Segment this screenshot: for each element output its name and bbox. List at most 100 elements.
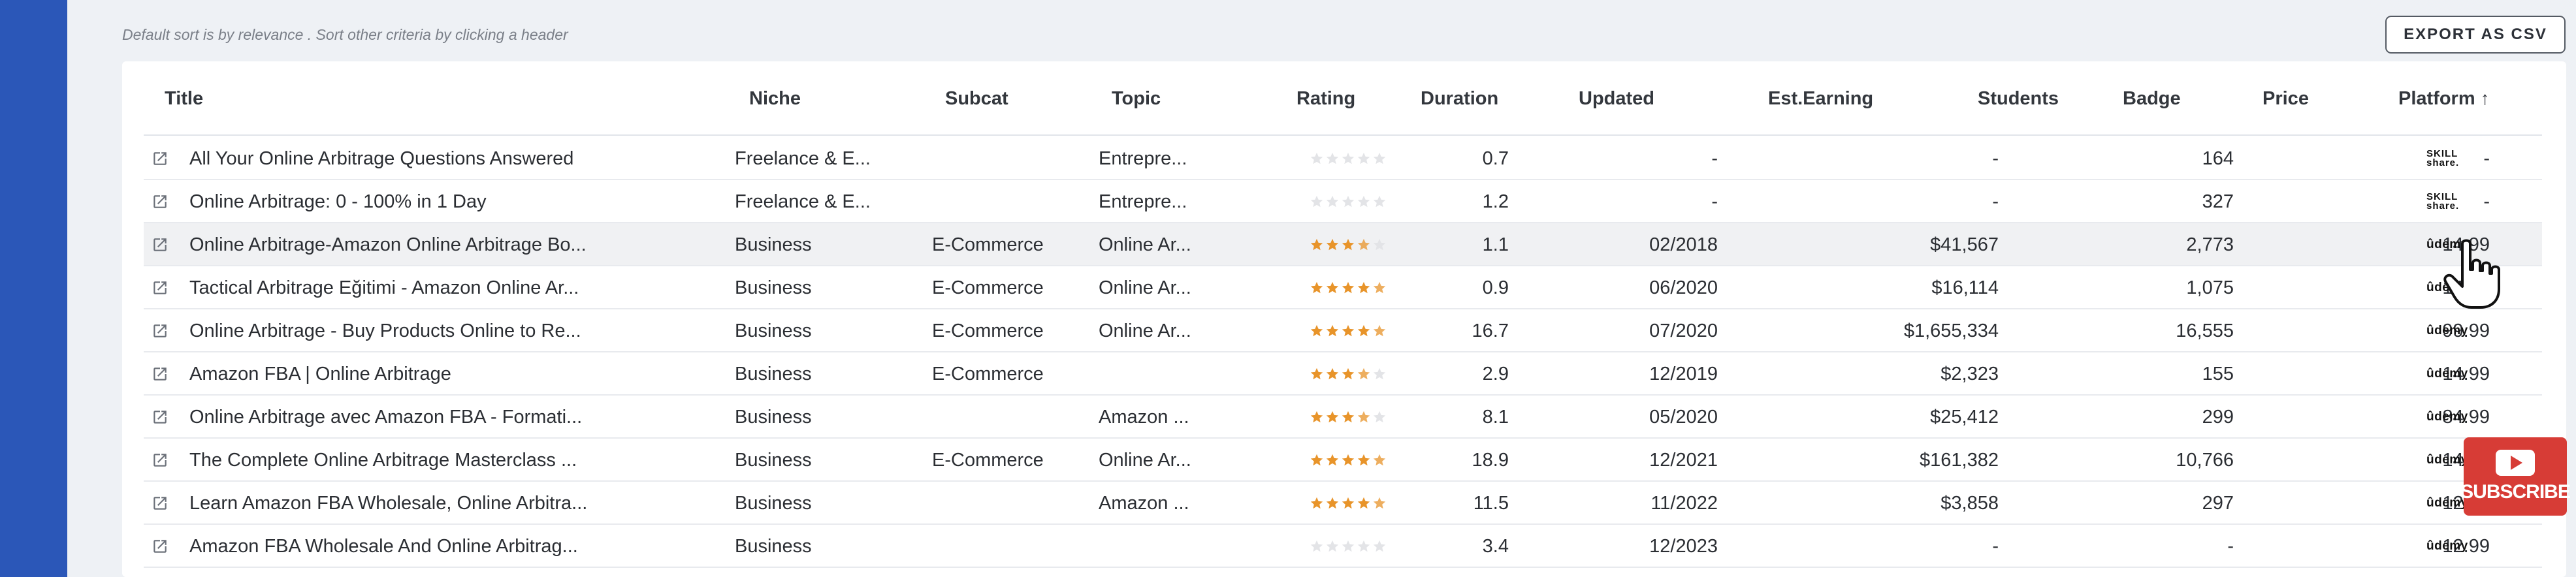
open-in-new-icon[interactable] — [152, 396, 178, 439]
table-row[interactable]: Online Arbitrage avec Amazon FBA - Forma… — [144, 396, 2542, 439]
cell-badge — [2123, 439, 2227, 482]
col-students[interactable]: Students — [1978, 61, 2059, 136]
table-row[interactable]: Tactical Arbitrage Eğitimi - Amazon Onli… — [144, 266, 2542, 309]
table-row[interactable]: The Complete Online Arbitrage Masterclas… — [144, 439, 2542, 482]
cell-updated: 07/2020 — [1649, 320, 1718, 341]
cell-badge — [2123, 525, 2227, 568]
col-est-earning[interactable]: Est.Earning — [1768, 61, 1873, 136]
cell-topic — [1099, 525, 1268, 568]
open-in-new-icon[interactable] — [152, 266, 178, 309]
cell-topic: Amazon ... — [1099, 406, 1189, 428]
open-in-new-icon[interactable] — [152, 223, 178, 266]
cell-subcat — [932, 137, 1099, 180]
rating-stars — [1310, 223, 1401, 266]
star-icon — [1342, 281, 1355, 294]
star-icon — [1310, 540, 1323, 552]
star-icon — [1342, 324, 1355, 337]
cell-title[interactable]: Learn Amazon FBA Wholesale, Online Arbit… — [189, 482, 712, 525]
table-row[interactable]: Amazon FBA | Online Arbitrage Business E-C… — [144, 352, 2542, 396]
star-icon — [1326, 411, 1339, 423]
star-icon — [1342, 454, 1355, 466]
cell-niche: Freelance & E... — [735, 148, 871, 169]
col-price[interactable]: Price — [2262, 61, 2309, 136]
open-in-new-icon[interactable] — [152, 137, 178, 180]
col-duration[interactable]: Duration — [1421, 61, 1498, 136]
star-icon — [1310, 152, 1323, 164]
table-row[interactable]: Amazon FBA Wholesale And Online Arbitrag… — [144, 525, 2542, 568]
cell-title[interactable]: Tactical Arbitrage Eğitimi - Amazon Onli… — [189, 266, 712, 309]
star-icon — [1326, 324, 1339, 337]
rating-stars — [1310, 137, 1401, 180]
cell-title[interactable]: The Complete Online Arbitrage Masterclas… — [189, 439, 712, 482]
star-icon — [1373, 238, 1386, 251]
cell-badge — [2123, 482, 2227, 525]
star-icon — [1357, 497, 1370, 509]
open-in-new-icon[interactable] — [152, 352, 178, 396]
cell-topic: Entrepre... — [1099, 191, 1187, 212]
open-in-new-icon[interactable] — [152, 525, 178, 568]
star-icon — [1373, 195, 1386, 208]
col-badge[interactable]: Badge — [2123, 61, 2181, 136]
star-icon — [1342, 152, 1355, 164]
export-csv-button[interactable]: EXPORT AS CSV — [2385, 16, 2566, 54]
rating-stars — [1310, 309, 1401, 352]
cell-earning: - — [1992, 535, 1999, 557]
star-icon — [1342, 497, 1355, 509]
udemy-logo-text: ûdemy — [2426, 453, 2468, 467]
cell-earning: $3,858 — [1940, 492, 1999, 514]
open-in-new-icon[interactable] — [152, 439, 178, 482]
skillshare-logo: SKILL share. — [2426, 137, 2518, 180]
cell-badge — [2123, 309, 2227, 352]
cell-title[interactable]: Amazon FBA | Online Arbitrage — [189, 352, 712, 396]
col-niche[interactable]: Niche — [749, 61, 801, 136]
open-in-new-icon[interactable] — [152, 482, 178, 525]
cell-title[interactable]: Amazon FBA Wholesale And Online Arbitrag… — [189, 525, 712, 568]
sort-hint: Default sort is by relevance . Sort othe… — [122, 26, 568, 43]
cell-updated: 11/2022 — [1650, 492, 1718, 514]
star-icon — [1342, 367, 1355, 380]
star-icon — [1310, 324, 1323, 337]
hand-pointer-icon — [2443, 239, 2500, 309]
rating-stars — [1310, 352, 1401, 396]
cell-subcat — [932, 180, 1099, 223]
udemy-logo-text: ûdemy — [2426, 324, 2468, 337]
open-in-new-icon[interactable] — [152, 180, 178, 223]
star-icon — [1373, 497, 1386, 509]
udemy-logo: ûdemy — [2426, 309, 2518, 352]
cell-title[interactable]: Online Arbitrage: 0 - 100% in 1 Day — [189, 180, 712, 223]
cell-topic: Online Ar... — [1099, 277, 1191, 298]
col-updated[interactable]: Updated — [1579, 61, 1654, 136]
star-icon — [1310, 454, 1323, 466]
cell-subcat: E-Commerce — [932, 320, 1044, 341]
col-platform[interactable]: Platform ↑ — [2398, 61, 2490, 136]
left-sidebar — [0, 0, 67, 577]
open-in-new-icon[interactable] — [152, 309, 178, 352]
table-row[interactable]: Online Arbitrage: 0 - 100% in 1 Day Freel… — [144, 180, 2542, 223]
star-icon — [1310, 497, 1323, 509]
star-icon — [1326, 540, 1339, 552]
table-row[interactable]: Online Arbitrage-Amazon Online Arbitrage… — [144, 223, 2542, 266]
cell-earning: $161,382 — [1920, 449, 1999, 471]
star-icon — [1310, 195, 1323, 208]
col-topic[interactable]: Topic — [1112, 61, 1161, 136]
table-row[interactable]: All Your Online Arbitrage Questions Answ… — [144, 137, 2542, 180]
col-title[interactable]: Title — [165, 61, 203, 136]
star-icon — [1357, 324, 1370, 337]
col-subcat[interactable]: Subcat — [945, 61, 1008, 136]
star-icon — [1373, 411, 1386, 423]
cell-title[interactable]: Online Arbitrage avec Amazon FBA - Forma… — [189, 396, 712, 439]
cell-topic: Entrepre... — [1099, 148, 1187, 169]
udemy-logo-text: ûdemy — [2426, 539, 2468, 553]
rating-stars — [1310, 525, 1401, 568]
cell-title[interactable]: Online Arbitrage - Buy Products Online t… — [189, 309, 712, 352]
cell-title[interactable]: Online Arbitrage-Amazon Online Arbitrage… — [189, 223, 712, 266]
cell-title[interactable]: All Your Online Arbitrage Questions Answ… — [189, 137, 712, 180]
cell-niche: Freelance & E... — [735, 191, 871, 212]
table-row[interactable]: Online Arbitrage - Buy Products Online t… — [144, 309, 2542, 352]
cell-earning: - — [1992, 191, 1999, 212]
star-icon — [1357, 367, 1370, 380]
col-rating[interactable]: Rating — [1296, 61, 1355, 136]
rating-stars — [1310, 180, 1401, 223]
table-row[interactable]: Learn Amazon FBA Wholesale, Online Arbit… — [144, 482, 2542, 525]
cell-subcat — [932, 396, 1099, 439]
